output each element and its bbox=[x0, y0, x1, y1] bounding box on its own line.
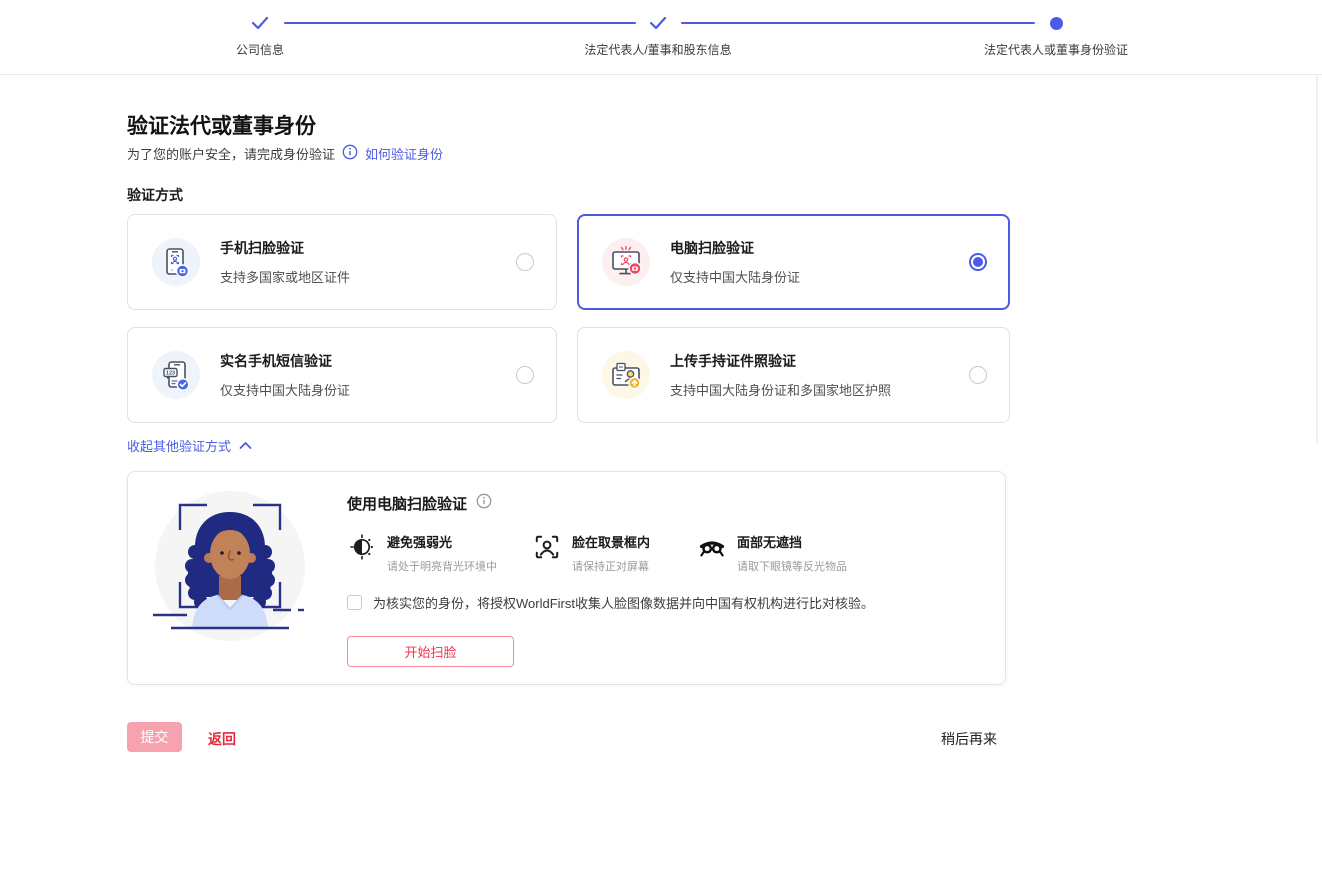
back-link[interactable]: 返回 bbox=[208, 729, 236, 749]
step-done-check-icon bbox=[251, 16, 269, 35]
submit-button[interactable]: 提交 bbox=[127, 722, 182, 752]
method-text: 实名手机短信验证 仅支持中国大陆身份证 bbox=[220, 351, 350, 399]
tip-avoid-strong-light: 避免强弱光 请处于明亮背光环境中 bbox=[349, 532, 534, 574]
method-radio-computer-face-scan[interactable] bbox=[969, 253, 987, 271]
tip-face-in-frame: 脸在取景框内 请保持正对屏幕 bbox=[534, 532, 699, 574]
consent-row: 为核实您的身份，将授权WorldFirst收集人脸图像数据并向中国有权机构进行比… bbox=[347, 593, 874, 612]
come-back-later-link[interactable]: 稍后再来 bbox=[941, 729, 997, 749]
tip-desc: 请处于明亮背光环境中 bbox=[387, 558, 497, 574]
progress-stepper: 公司信息 法定代表人/董事和股东信息 法定代表人或董事身份验证 bbox=[0, 0, 1322, 75]
scan-panel-title-row: 使用电脑扫脸验证 bbox=[347, 493, 492, 514]
method-card-phone-face-scan[interactable]: 手机扫脸验证 支持多国家或地区证件 bbox=[127, 214, 557, 310]
method-radio-upload-id-photo[interactable] bbox=[969, 366, 987, 384]
tip-title: 面部无遮挡 bbox=[737, 532, 847, 551]
step-done-check-icon bbox=[649, 16, 667, 35]
phone-face-scan-icon bbox=[152, 238, 200, 286]
method-title: 手机扫脸验证 bbox=[220, 238, 350, 258]
step-connector-line bbox=[681, 22, 1035, 24]
method-radio-phone-face-scan[interactable] bbox=[516, 253, 534, 271]
start-face-scan-button[interactable]: 开始扫脸 bbox=[347, 636, 514, 667]
scrollbar-track[interactable] bbox=[1316, 76, 1318, 443]
method-text: 电脑扫脸验证 仅支持中国大陆身份证 bbox=[670, 238, 800, 286]
phone-sms-icon: 123 bbox=[152, 351, 200, 399]
method-card-upload-id-photo[interactable]: 上传手持证件照验证 支持中国大陆身份证和多国家地区护照 bbox=[577, 327, 1010, 423]
page-title: 验证法代或董事身份 bbox=[127, 110, 316, 140]
method-desc: 仅支持中国大陆身份证 bbox=[670, 267, 800, 286]
consent-text: 为核实您的身份，将授权WorldFirst收集人脸图像数据并向中国有权机构进行比… bbox=[373, 593, 874, 612]
tip-desc: 请保持正对屏幕 bbox=[572, 558, 650, 574]
scan-panel-title: 使用电脑扫脸验证 bbox=[347, 493, 467, 514]
tip-title: 避免强弱光 bbox=[387, 532, 497, 551]
tip-text: 避免强弱光 请处于明亮背光环境中 bbox=[387, 532, 497, 574]
method-title: 上传手持证件照验证 bbox=[670, 351, 891, 371]
step-current-dot-icon bbox=[1050, 17, 1063, 30]
tip-title: 脸在取景框内 bbox=[572, 532, 650, 551]
scan-tips: 避免强弱光 请处于明亮背光环境中 脸在取景框内 bbox=[349, 532, 847, 574]
face-frame-icon bbox=[534, 534, 560, 574]
light-icon bbox=[349, 534, 375, 574]
tip-text: 脸在取景框内 请保持正对屏幕 bbox=[572, 532, 650, 574]
step-label-identity-verification: 法定代表人或董事身份验证 bbox=[984, 41, 1128, 58]
id-photo-upload-icon bbox=[602, 351, 650, 399]
tip-text: 面部无遮挡 请取下眼镜等反光物品 bbox=[737, 532, 847, 574]
tip-face-unobstructed: 面部无遮挡 请取下眼镜等反光物品 bbox=[699, 532, 847, 574]
svg-text:123: 123 bbox=[166, 371, 175, 377]
info-icon[interactable] bbox=[476, 493, 492, 514]
face-scan-illustration bbox=[151, 490, 311, 653]
collapse-other-methods-link[interactable]: 收起其他验证方式 bbox=[127, 436, 252, 455]
method-radio-sms-verification[interactable] bbox=[516, 366, 534, 384]
method-card-computer-face-scan[interactable]: 电脑扫脸验证 仅支持中国大陆身份证 bbox=[577, 214, 1010, 310]
method-title: 实名手机短信验证 bbox=[220, 351, 350, 371]
method-card-sms-verification[interactable]: 123 实名手机短信验证 仅支持中国大陆身份证 bbox=[127, 327, 557, 423]
consent-checkbox[interactable] bbox=[347, 595, 362, 610]
computer-face-scan-panel: 使用电脑扫脸验证 bbox=[127, 471, 1006, 685]
method-title: 电脑扫脸验证 bbox=[670, 238, 800, 258]
info-icon[interactable] bbox=[342, 144, 358, 163]
collapse-link-label: 收起其他验证方式 bbox=[127, 436, 231, 455]
method-text: 上传手持证件照验证 支持中国大陆身份证和多国家地区护照 bbox=[670, 351, 891, 399]
page-subtitle: 为了您的账户安全，请完成身份验证 bbox=[127, 144, 335, 163]
method-text: 手机扫脸验证 支持多国家或地区证件 bbox=[220, 238, 350, 286]
method-desc: 仅支持中国大陆身份证 bbox=[220, 380, 350, 399]
computer-face-scan-icon bbox=[602, 238, 650, 286]
glasses-icon bbox=[699, 534, 725, 574]
step-label-representative-info: 法定代表人/董事和股东信息 bbox=[584, 41, 731, 58]
method-desc: 支持中国大陆身份证和多国家地区护照 bbox=[670, 380, 891, 399]
step-connector-line bbox=[284, 22, 636, 24]
tip-desc: 请取下眼镜等反光物品 bbox=[737, 558, 847, 574]
how-to-verify-link[interactable]: 如何验证身份 bbox=[365, 144, 443, 163]
step-label-company-info: 公司信息 bbox=[236, 41, 284, 58]
method-desc: 支持多国家或地区证件 bbox=[220, 267, 350, 286]
verification-method-grid: 手机扫脸验证 支持多国家或地区证件 bbox=[127, 214, 1010, 423]
verification-method-section-label: 验证方式 bbox=[127, 185, 183, 205]
chevron-up-icon bbox=[239, 438, 252, 453]
page-subtitle-row: 为了您的账户安全，请完成身份验证 如何验证身份 bbox=[127, 144, 443, 163]
